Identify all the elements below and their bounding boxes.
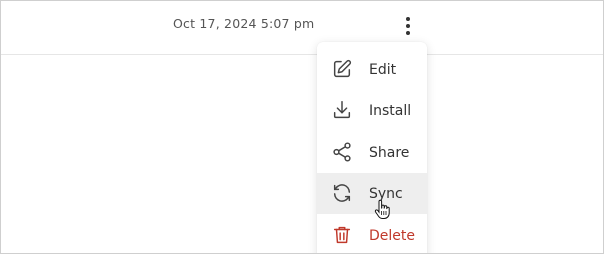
menu-item-label: Delete — [369, 227, 415, 244]
edit-icon — [333, 59, 352, 78]
menu-item-sync[interactable]: Sync — [317, 173, 427, 214]
sync-icon — [333, 184, 351, 202]
menu-item-delete[interactable]: Delete — [317, 215, 427, 253]
kebab-dot — [406, 17, 410, 21]
menu-item-install[interactable]: Install — [317, 90, 427, 131]
menu-item-label: Share — [369, 144, 410, 161]
download-icon — [333, 101, 351, 119]
menu-item-label: Install — [369, 102, 412, 119]
menu-item-edit[interactable]: Edit — [317, 49, 427, 90]
app-frame: Oct 17, 2024 5:07 pm Edit Install Share … — [0, 0, 604, 254]
timestamp: Oct 17, 2024 5:07 pm — [173, 16, 315, 31]
kebab-dot — [406, 24, 410, 28]
kebab-dot — [406, 31, 410, 35]
share-icon — [333, 142, 351, 162]
menu-item-share[interactable]: Share — [317, 132, 427, 173]
hand-cursor-icon — [374, 200, 390, 219]
more-options-button[interactable] — [399, 13, 417, 39]
menu-item-label: Edit — [369, 61, 397, 78]
trash-icon — [333, 226, 351, 244]
item-header-row: Oct 17, 2024 5:07 pm — [1, 1, 603, 55]
context-menu: Edit Install Share Sync Delete — [317, 42, 427, 253]
